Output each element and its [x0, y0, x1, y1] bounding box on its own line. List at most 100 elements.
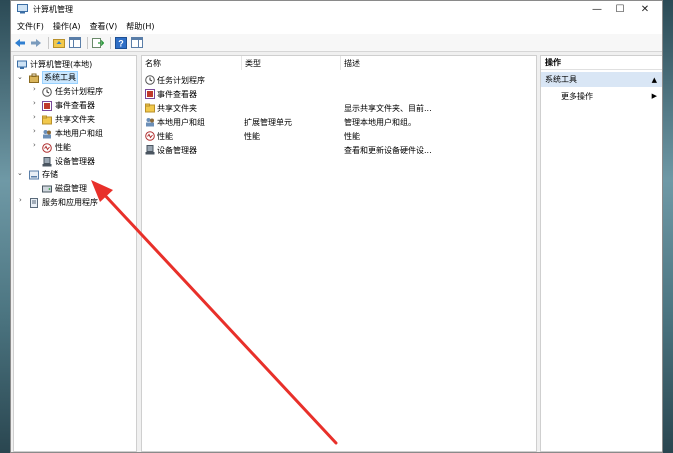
- tree-item-performance[interactable]: 性能: [42, 141, 71, 154]
- more-actions-label: 更多操作: [561, 91, 593, 101]
- tree-item-label: 共享文件夹: [55, 115, 95, 124]
- shared-folder-icon: [42, 115, 52, 125]
- toolbar: ?: [11, 34, 662, 52]
- actions-pane: 操作 系统工具 ▲ 更多操作 ▶: [540, 55, 662, 452]
- show-hide-action-pane-button[interactable]: [130, 36, 144, 50]
- list-row[interactable]: 设备管理器 查看和更新设备硬件设...: [142, 143, 536, 157]
- chevron-right-icon[interactable]: ›: [33, 141, 36, 149]
- tree-item-event-viewer[interactable]: 事件查看器: [42, 99, 95, 112]
- tree-item-label: 性能: [55, 143, 71, 152]
- tree-item-shared-folders[interactable]: 共享文件夹: [42, 113, 95, 126]
- console-tree[interactable]: 计算机管理(本地) ⌄ 系统工具 › 任务计划程序 › 事件查看器 › 共享文件…: [13, 55, 137, 452]
- list-cell-name: 事件查看器: [145, 87, 241, 101]
- forward-arrow-icon: [31, 38, 41, 47]
- chevron-right-icon[interactable]: ›: [33, 99, 36, 107]
- row-name-text: 事件查看器: [157, 89, 197, 99]
- list-cell-name: 性能: [145, 129, 241, 143]
- forward-button[interactable]: [29, 36, 43, 50]
- collapse-up-icon[interactable]: ▲: [652, 76, 657, 84]
- menu-action[interactable]: 操作(A): [53, 21, 81, 32]
- row-name-text: 性能: [157, 131, 173, 141]
- action-pane-icon: [131, 37, 143, 48]
- list-row[interactable]: 任务计划程序: [142, 73, 536, 87]
- tree-item-local-users[interactable]: 本地用户和组: [42, 127, 103, 140]
- list-row[interactable]: 共享文件夹 显示共享文件夹、目前...: [142, 101, 536, 115]
- chevron-right-icon[interactable]: ›: [33, 113, 36, 121]
- list-cell-description: 查看和更新设备硬件设...: [344, 145, 432, 155]
- minimize-button[interactable]: —: [586, 1, 608, 18]
- submenu-arrow-icon: ▶: [651, 92, 657, 100]
- chevron-down-icon[interactable]: ⌄: [17, 169, 23, 177]
- device-manager-icon: [145, 145, 155, 155]
- tree-item-label: 事件查看器: [55, 101, 95, 110]
- export-list-button[interactable]: [91, 36, 105, 50]
- performance-icon: [145, 131, 155, 141]
- tree-item-label: 存储: [42, 170, 58, 179]
- storage-icon: [29, 170, 39, 180]
- svg-text:?: ?: [118, 38, 124, 48]
- help-button[interactable]: ?: [114, 36, 128, 50]
- list-cell-name: 设备管理器: [145, 143, 241, 157]
- maximize-button[interactable]: ☐: [609, 1, 631, 18]
- back-button[interactable]: [13, 36, 27, 50]
- users-icon: [42, 129, 52, 139]
- computer-management-icon: [17, 4, 28, 16]
- performance-icon: [42, 142, 52, 153]
- list-row[interactable]: 性能 性能 性能: [142, 129, 536, 143]
- actions-group-system-tools[interactable]: 系统工具 ▲: [541, 72, 662, 87]
- column-header-type[interactable]: 类型: [242, 56, 341, 70]
- tree-item-root[interactable]: 计算机管理(本地): [17, 58, 92, 71]
- more-actions-item[interactable]: 更多操作 ▶: [541, 89, 662, 103]
- tree-item-system-tools[interactable]: 系统工具: [29, 71, 78, 84]
- details-list[interactable]: 名称 类型 描述 任务计划程序 事件查看器 共享文件夹 显示共享文件夹、目前..…: [141, 55, 537, 452]
- up-folder-button[interactable]: [52, 36, 66, 50]
- tree-item-disk-management[interactable]: 磁盘管理: [42, 182, 87, 195]
- chevron-right-icon[interactable]: ›: [33, 85, 36, 93]
- computer-management-window: 计算机管理 — ☐ ✕ 文件(F) 操作(A) 查看(V) 帮助(H) ? 计算…: [10, 0, 663, 453]
- toolbox-icon: [29, 73, 39, 83]
- menu-file[interactable]: 文件(F): [17, 21, 44, 32]
- tree-item-device-manager[interactable]: 设备管理器: [42, 155, 95, 168]
- column-header-description[interactable]: 描述: [341, 56, 536, 70]
- toolbar-separator: [87, 36, 88, 49]
- column-header-name[interactable]: 名称: [142, 56, 242, 70]
- tree-item-storage[interactable]: 存储: [29, 168, 58, 181]
- toolbar-separator: [48, 36, 49, 49]
- show-hide-tree-button[interactable]: [68, 36, 82, 50]
- disk-management-icon: [42, 184, 52, 194]
- toolbar-separator: [110, 36, 111, 49]
- menu-help[interactable]: 帮助(H): [126, 21, 154, 32]
- row-name-text: 本地用户和组: [157, 117, 205, 127]
- list-cell-name: 共享文件夹: [145, 101, 241, 115]
- folder-up-icon: [53, 39, 65, 48]
- chevron-down-icon[interactable]: ⌄: [17, 73, 23, 81]
- list-cell-description: 管理本地用户和组。: [344, 117, 416, 127]
- title-bar[interactable]: 计算机管理 — ☐ ✕: [11, 1, 662, 18]
- menu-view[interactable]: 查看(V): [90, 21, 118, 32]
- console-tree-icon: [69, 37, 81, 48]
- tree-item-task-scheduler[interactable]: 任务计划程序: [42, 85, 103, 98]
- list-cell-type: [244, 143, 340, 157]
- list-cell-description: 显示共享文件夹、目前...: [344, 103, 432, 113]
- list-cell-name: 本地用户和组: [145, 115, 241, 129]
- row-name-text: 设备管理器: [157, 145, 197, 155]
- list-row[interactable]: 事件查看器: [142, 87, 536, 101]
- close-button[interactable]: ✕: [634, 1, 656, 18]
- chevron-right-icon[interactable]: ›: [33, 127, 36, 135]
- tree-item-services-apps[interactable]: 服务和应用程序: [29, 196, 98, 209]
- list-row[interactable]: 本地用户和组 扩展管理单元 管理本地用户和组。: [142, 115, 536, 129]
- tree-item-label: 磁盘管理: [55, 184, 87, 193]
- help-icon: ?: [115, 36, 127, 49]
- users-icon: [145, 117, 155, 127]
- list-cell-description: [344, 87, 534, 101]
- tree-item-label: 计算机管理(本地): [30, 60, 93, 69]
- export-icon: [92, 38, 104, 48]
- row-name-text: 共享文件夹: [157, 103, 197, 113]
- tree-item-label: 设备管理器: [55, 157, 95, 166]
- tree-item-label: 服务和应用程序: [42, 198, 98, 207]
- list-cell-name: 任务计划程序: [145, 73, 241, 87]
- event-viewer-icon: [42, 100, 52, 111]
- list-cell-type: 扩展管理单元: [244, 117, 292, 127]
- list-cell-type: [244, 101, 340, 115]
- chevron-right-icon[interactable]: ›: [19, 196, 22, 204]
